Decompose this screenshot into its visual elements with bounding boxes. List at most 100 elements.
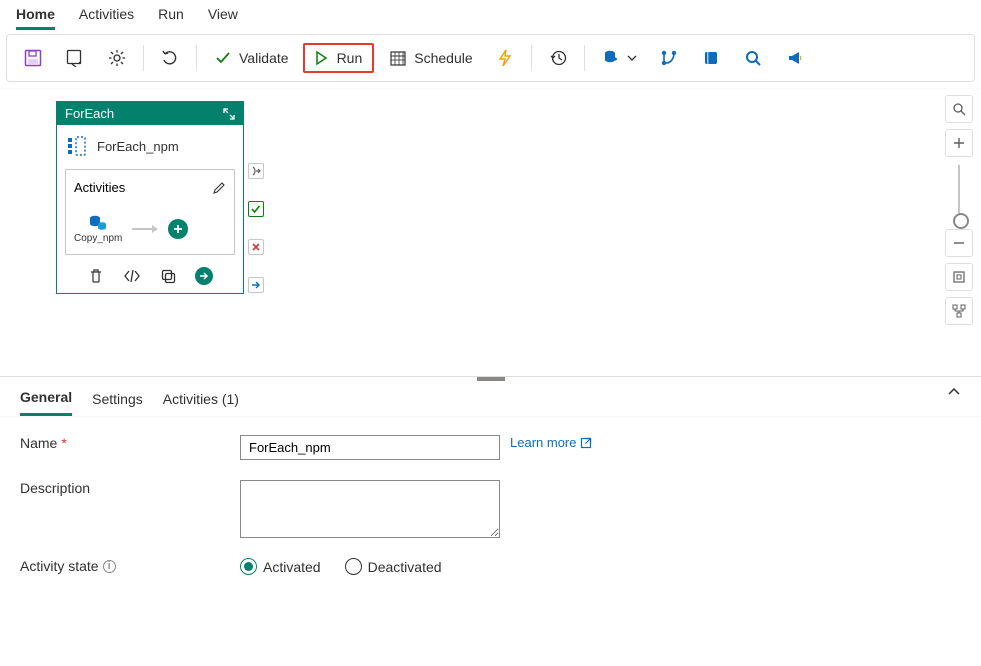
expand-icon[interactable] (223, 108, 235, 120)
separator (584, 45, 585, 71)
name-label-text: Name (20, 435, 57, 451)
docs-button[interactable] (693, 44, 729, 72)
panel-tab-general[interactable]: General (20, 385, 72, 416)
name-label: Name * (20, 435, 240, 451)
copy-activity[interactable]: Copy_npm (74, 213, 122, 244)
play-icon (311, 48, 331, 68)
card-header: ForEach (57, 102, 243, 125)
activity-state-label: Activity state i (20, 558, 240, 574)
tab-view[interactable]: View (208, 4, 238, 30)
description-input[interactable] (240, 480, 500, 538)
canvas-search-button[interactable] (945, 95, 973, 123)
tab-home[interactable]: Home (16, 4, 55, 30)
history-icon (548, 48, 568, 68)
radio-deactivated[interactable]: Deactivated (345, 558, 442, 575)
card-footer (57, 263, 243, 293)
description-label: Description (20, 480, 240, 496)
card-name: ForEach_npm (97, 139, 179, 154)
run-button[interactable]: Run (303, 43, 375, 73)
trigger-button[interactable] (487, 44, 523, 72)
zoom-in-button[interactable] (945, 129, 973, 157)
learn-more-link[interactable]: Learn more (510, 435, 592, 450)
connector-success[interactable] (248, 201, 264, 217)
validate-button[interactable]: Validate (205, 44, 297, 72)
radio-dot-activated (240, 558, 257, 575)
separator (531, 45, 532, 71)
connector-failure[interactable] (248, 239, 264, 255)
search-tb-button[interactable] (735, 44, 771, 72)
radio-label-activated: Activated (263, 559, 321, 575)
arrow-icon (130, 223, 160, 235)
megaphone-icon (785, 48, 805, 68)
learn-more-text: Learn more (510, 435, 576, 450)
radio-dot-deactivated (345, 558, 362, 575)
separator (196, 45, 197, 71)
tab-run[interactable]: Run (158, 4, 184, 30)
zoom-slider[interactable] (958, 165, 960, 221)
tab-activities[interactable]: Activities (79, 4, 134, 30)
activities-label: Activities (74, 180, 125, 195)
save-icon (23, 48, 43, 68)
database-icon (601, 48, 621, 68)
zoom-out-button[interactable] (945, 229, 973, 257)
name-input[interactable] (240, 435, 500, 460)
card-title-row: ForEach_npm (57, 125, 243, 163)
edit-icon[interactable] (212, 181, 226, 195)
required-marker: * (61, 435, 66, 451)
panel-tab-activities[interactable]: Activities (1) (163, 387, 239, 415)
branch-button[interactable] (651, 44, 687, 72)
add-activity-button[interactable] (168, 219, 188, 239)
info-icon[interactable]: i (103, 560, 116, 573)
connector-skip[interactable] (248, 163, 264, 179)
delete-button[interactable] (87, 267, 105, 285)
undo-button[interactable] (152, 44, 188, 72)
undo-icon (160, 48, 180, 68)
check-icon (213, 48, 233, 68)
status-connectors (248, 163, 264, 293)
branch-icon (659, 48, 679, 68)
foreach-icon (67, 135, 87, 157)
toolbar: Validate Run Schedule (6, 34, 975, 82)
validate-label: Validate (239, 50, 289, 66)
chevron-down-icon (627, 48, 637, 68)
pipeline-canvas[interactable]: ForEach ForEach_npm Activities (0, 89, 937, 376)
panel-collapse-button[interactable] (947, 385, 961, 399)
external-link-icon (580, 437, 592, 449)
panel-tabs: General Settings Activities (1) (0, 377, 981, 417)
data-button[interactable] (593, 44, 645, 72)
top-tabs: Home Activities Run View (0, 0, 981, 30)
schedule-button[interactable]: Schedule (380, 44, 480, 72)
card-type-label: ForEach (65, 106, 114, 121)
canvas-area: ForEach ForEach_npm Activities (0, 88, 981, 376)
canvas-tools (943, 95, 975, 325)
run-label: Run (337, 50, 363, 66)
activity-flow: Copy_npm (74, 213, 226, 244)
radio-activated[interactable]: Activated (240, 558, 321, 575)
save-as-icon (65, 48, 85, 68)
history-button[interactable] (540, 44, 576, 72)
panel-tab-settings[interactable]: Settings (92, 387, 143, 415)
properties-panel: General Settings Activities (1) Name * L… (0, 376, 981, 666)
fit-screen-button[interactable] (945, 263, 973, 291)
code-button[interactable] (123, 267, 141, 285)
foreach-activity-card[interactable]: ForEach ForEach_npm Activities (56, 101, 244, 294)
schedule-label: Schedule (414, 50, 472, 66)
go-button[interactable] (195, 267, 213, 285)
radio-label-deactivated: Deactivated (368, 559, 442, 575)
announce-button[interactable] (777, 44, 813, 72)
layout-button[interactable] (945, 297, 973, 325)
settings-button[interactable] (99, 44, 135, 72)
calendar-icon (388, 48, 408, 68)
panel-body: Name * Learn more Description Activity s… (0, 417, 981, 613)
clone-button[interactable] (159, 267, 177, 285)
save-button[interactable] (15, 44, 51, 72)
connector-completion[interactable] (248, 277, 264, 293)
activity-state-radio-group: Activated Deactivated (240, 558, 442, 575)
save-as-button[interactable] (57, 44, 93, 72)
lightning-icon (495, 48, 515, 68)
book-icon (701, 48, 721, 68)
search-icon (743, 48, 763, 68)
copy-activity-label: Copy_npm (74, 233, 122, 244)
copy-data-icon (88, 213, 108, 231)
activities-container[interactable]: Activities Copy_npm (65, 169, 235, 255)
